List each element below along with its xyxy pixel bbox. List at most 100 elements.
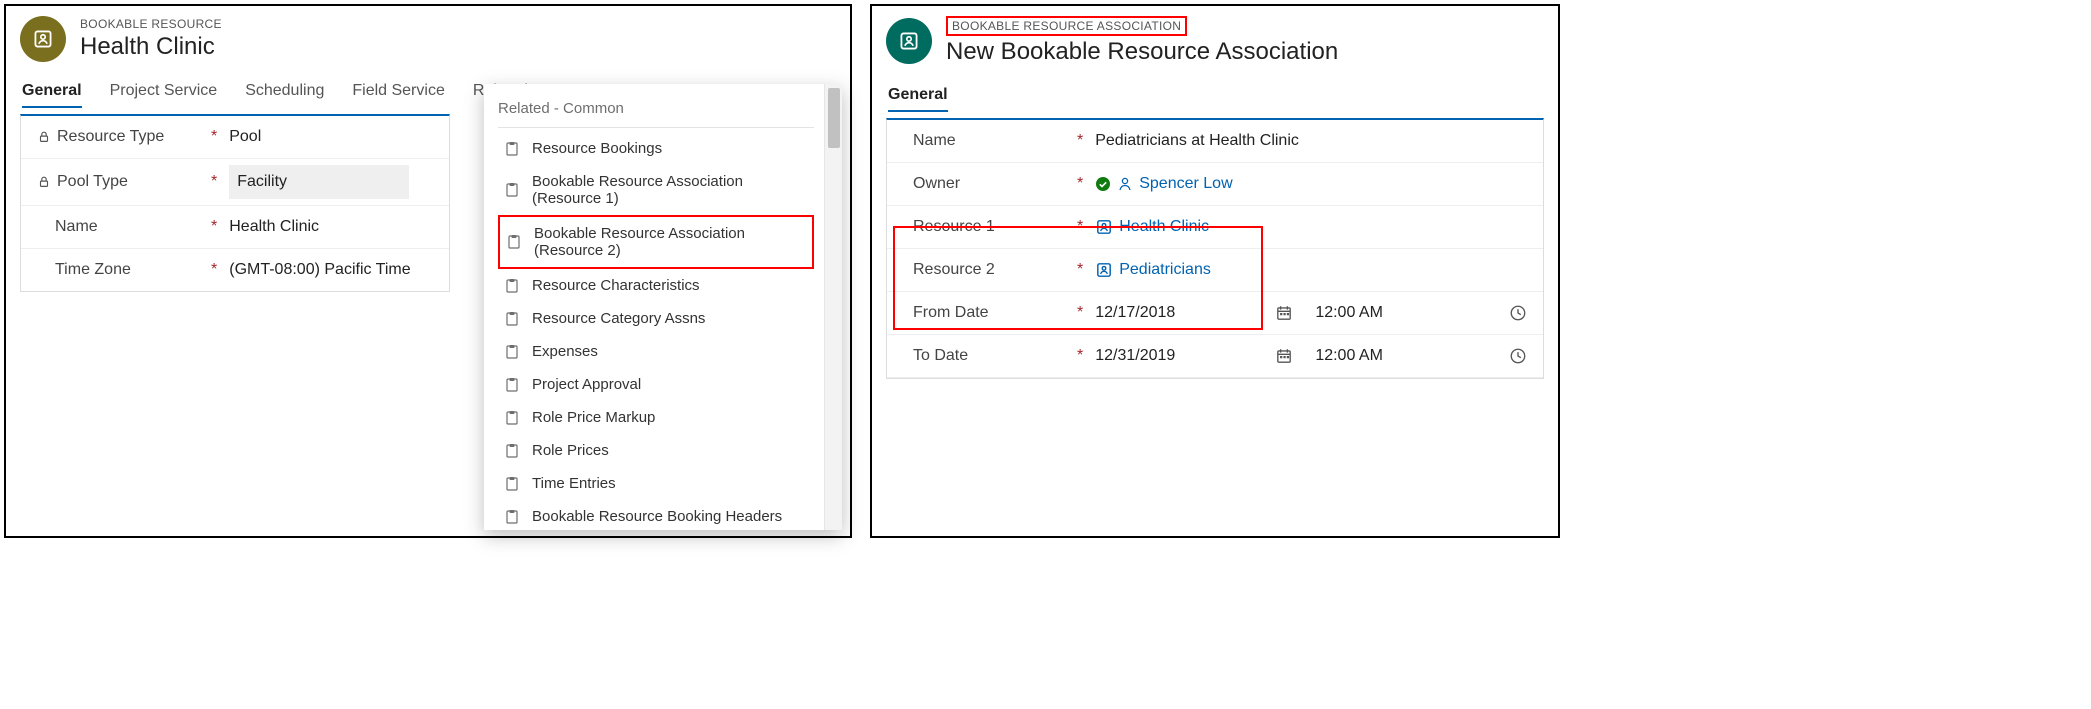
scrollbar-thumb[interactable] xyxy=(828,88,840,148)
menu-label: Bookable Resource Association (Resource … xyxy=(532,173,808,207)
menu-project-approval[interactable]: Project Approval xyxy=(498,368,814,401)
menu-time-entries[interactable]: Time Entries xyxy=(498,467,814,500)
menu-resource-characteristics[interactable]: Resource Characteristics xyxy=(498,269,814,302)
bookable-resource-association-form: BOOKABLE RESOURCE ASSOCIATION New Bookab… xyxy=(870,4,1560,538)
menu-role-prices[interactable]: Role Prices xyxy=(498,434,814,467)
required-star: * xyxy=(211,218,217,236)
menu-resource-bookings[interactable]: Resource Bookings xyxy=(498,132,814,165)
required-star: * xyxy=(1077,261,1083,279)
header-text: BOOKABLE RESOURCE Health Clinic xyxy=(80,17,222,61)
resource1-value: Health Clinic xyxy=(1119,218,1209,236)
related-flyout-list: Related - Common Resource Bookings Booka… xyxy=(484,84,824,530)
name-label: Name xyxy=(55,218,98,236)
menu-label: Expenses xyxy=(532,343,598,360)
required-star: * xyxy=(1077,175,1083,193)
header-text: BOOKABLE RESOURCE ASSOCIATION New Bookab… xyxy=(946,16,1338,66)
required-star: * xyxy=(211,261,217,279)
resource-type-label: Resource Type xyxy=(57,128,164,146)
menu-bra-resource-1[interactable]: Bookable Resource Association (Resource … xyxy=(498,165,814,215)
resource2-value: Pediatricians xyxy=(1119,261,1211,279)
owner-lookup[interactable]: Spencer Low xyxy=(1095,175,1527,193)
menu-label: Project Approval xyxy=(532,376,641,393)
menu-label: Resource Characteristics xyxy=(532,277,700,294)
form-header: BOOKABLE RESOURCE Health Clinic xyxy=(6,6,850,68)
owner-value: Spencer Low xyxy=(1139,175,1232,193)
name-label: Name xyxy=(913,132,956,150)
tab-general[interactable]: General xyxy=(22,82,82,108)
to-date-value[interactable]: 12/31/2019 xyxy=(1095,347,1175,365)
entity-title: New Bookable Resource Association xyxy=(946,38,1338,66)
field-to-date[interactable]: To Date * 12/31/2019 12:00 AM xyxy=(887,335,1543,378)
resource1-label: Resource 1 xyxy=(913,218,995,236)
field-time-zone[interactable]: Time Zone * (GMT-08:00) Pacific Time xyxy=(21,249,449,291)
field-name[interactable]: Name * Health Clinic xyxy=(21,206,449,249)
menu-bra-resource-2[interactable]: Bookable Resource Association (Resource … xyxy=(498,215,814,269)
general-section: Name * Pediatricians at Health Clinic Ow… xyxy=(886,118,1544,379)
required-star: * xyxy=(1077,132,1083,150)
clipboard-icon xyxy=(504,410,520,426)
entity-label-wrap: BOOKABLE RESOURCE ASSOCIATION xyxy=(946,16,1338,36)
resource-type-value: Pool xyxy=(229,128,433,146)
bookable-resource-form: BOOKABLE RESOURCE Health Clinic General … xyxy=(4,4,852,538)
check-icon xyxy=(1095,176,1111,192)
menu-label: Time Entries xyxy=(532,475,616,492)
field-name[interactable]: Name * Pediatricians at Health Clinic xyxy=(887,120,1543,163)
clipboard-icon xyxy=(504,141,520,157)
time-zone-value: (GMT-08:00) Pacific Time xyxy=(229,261,433,279)
time-zone-label: Time Zone xyxy=(55,261,131,279)
entity-title: Health Clinic xyxy=(80,33,222,61)
from-time-value[interactable]: 12:00 AM xyxy=(1315,304,1383,322)
name-value: Health Clinic xyxy=(229,218,433,236)
from-date-value[interactable]: 12/17/2018 xyxy=(1095,304,1175,322)
field-owner[interactable]: Owner * Spencer Low xyxy=(887,163,1543,206)
clock-icon[interactable] xyxy=(1509,347,1527,365)
tab-field-service[interactable]: Field Service xyxy=(352,82,444,108)
to-date-label: To Date xyxy=(913,347,968,365)
from-date-label: From Date xyxy=(913,304,989,322)
menu-label: Role Price Markup xyxy=(532,409,655,426)
related-flyout: Related - Common Resource Bookings Booka… xyxy=(484,84,842,530)
clipboard-icon xyxy=(504,278,520,294)
general-section: Resource Type * Pool Pool Type * Facilit… xyxy=(20,114,450,292)
pool-type-value: Facility xyxy=(229,165,409,199)
field-resource-2[interactable]: Resource 2 * Pediatricians xyxy=(887,249,1543,292)
entity-icon xyxy=(20,16,66,62)
calendar-icon[interactable] xyxy=(1275,347,1293,365)
tab-general[interactable]: General xyxy=(888,86,948,112)
to-time-value[interactable]: 12:00 AM xyxy=(1315,347,1383,365)
tab-scheduling[interactable]: Scheduling xyxy=(245,82,324,108)
field-from-date[interactable]: From Date * 12/17/2018 12:00 AM xyxy=(887,292,1543,335)
clipboard-icon xyxy=(506,234,522,250)
resource-icon xyxy=(1095,218,1113,236)
owner-label: Owner xyxy=(913,175,960,193)
form-header: BOOKABLE RESOURCE ASSOCIATION New Bookab… xyxy=(872,6,1558,72)
entity-icon xyxy=(886,18,932,64)
lock-icon xyxy=(37,130,51,144)
field-resource-1[interactable]: Resource 1 * Health Clinic xyxy=(887,206,1543,249)
menu-label: Resource Bookings xyxy=(532,140,662,157)
menu-role-price-markup[interactable]: Role Price Markup xyxy=(498,401,814,434)
menu-label: Bookable Resource Booking Headers xyxy=(532,508,782,525)
resource2-lookup[interactable]: Pediatricians xyxy=(1095,261,1527,279)
menu-resource-category-assns[interactable]: Resource Category Assns xyxy=(498,302,814,335)
resource2-label: Resource 2 xyxy=(913,261,995,279)
calendar-icon[interactable] xyxy=(1275,304,1293,322)
resource1-lookup[interactable]: Health Clinic xyxy=(1095,218,1527,236)
clock-icon[interactable] xyxy=(1509,304,1527,322)
clipboard-icon xyxy=(504,344,520,360)
clipboard-icon xyxy=(504,182,520,198)
required-star: * xyxy=(211,173,217,191)
required-star: * xyxy=(211,128,217,146)
clipboard-icon xyxy=(504,476,520,492)
entity-label: BOOKABLE RESOURCE xyxy=(80,17,222,31)
required-star: * xyxy=(1077,347,1083,365)
scrollbar[interactable] xyxy=(824,84,842,530)
menu-brb-headers[interactable]: Bookable Resource Booking Headers xyxy=(498,500,814,530)
field-resource-type[interactable]: Resource Type * Pool xyxy=(21,116,449,159)
menu-expenses[interactable]: Expenses xyxy=(498,335,814,368)
tab-project-service[interactable]: Project Service xyxy=(110,82,218,108)
menu-label: Bookable Resource Association (Resource … xyxy=(534,225,806,259)
field-pool-type[interactable]: Pool Type * Facility xyxy=(21,159,449,206)
resource-icon xyxy=(1095,261,1113,279)
menu-label: Resource Category Assns xyxy=(532,310,705,327)
